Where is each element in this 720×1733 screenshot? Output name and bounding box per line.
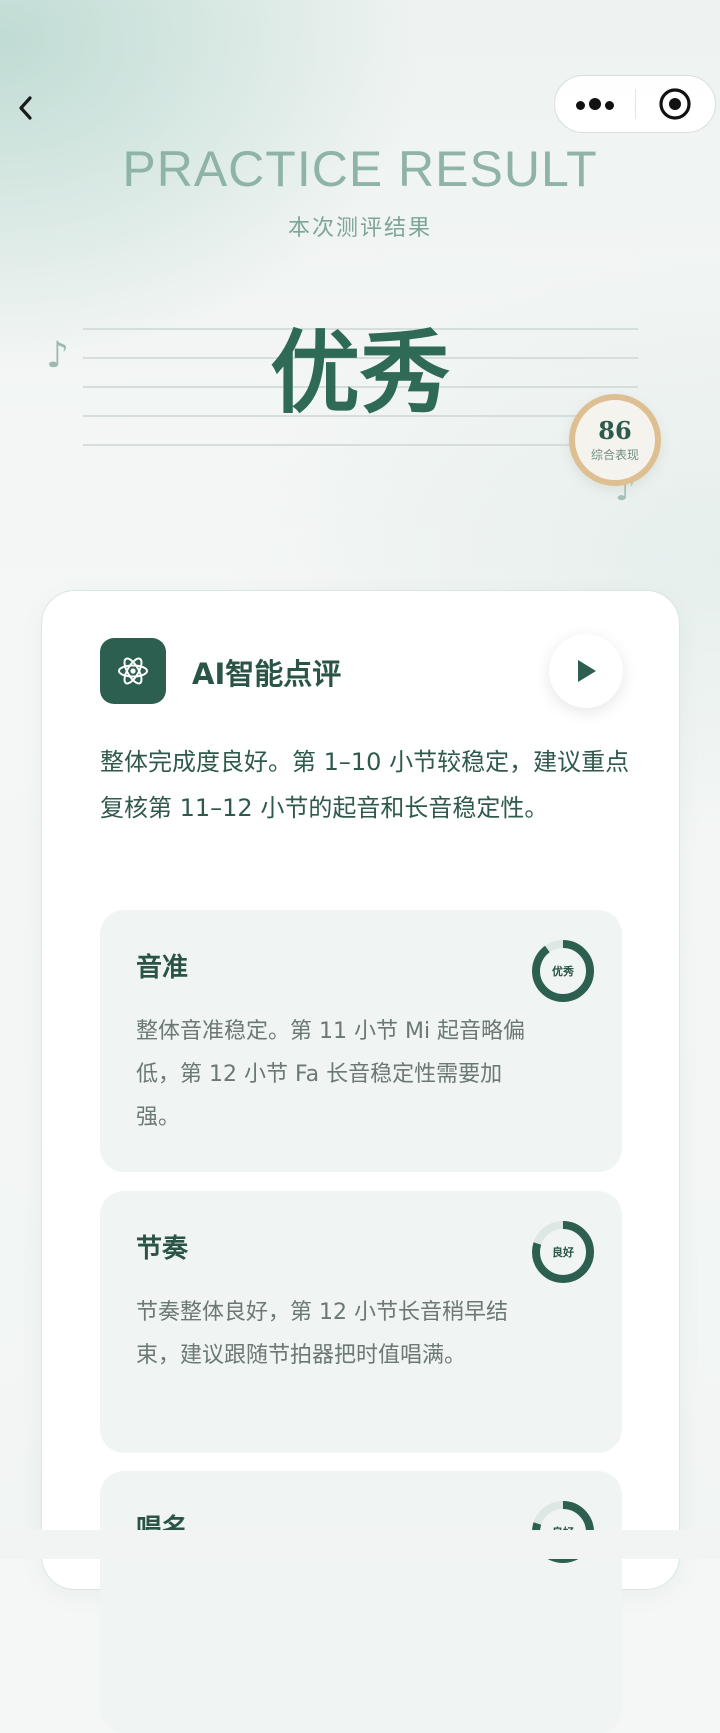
ai-review-title: AI智能点评: [192, 657, 342, 691]
chevron-left-icon: [19, 96, 32, 120]
page-title-cn: 本次测评结果: [287, 216, 432, 241]
target-close-icon: [659, 88, 691, 120]
review-item-pitch: 音准 整体音准稳定。第 11 小节 Mi 起音略偏低，第 12 小节 Fa 长音…: [100, 910, 622, 1172]
ai-review-summary: 整体完成度良好。第 1–10 小节较稳定，建议重点复核第 11–12 小节的起音…: [100, 748, 630, 822]
review-item-rhythm: 节奏 节奏整体良好，第 12 小节长音稍早结束，建议跟随节拍器把时值唱满。 良好: [100, 1191, 622, 1453]
ai-review-card: AI智能点评 整体完成度良好。第 1–10 小节较稳定，建议重点复核第 11–1…: [41, 590, 680, 1733]
play-icon: [578, 660, 596, 682]
more-dots-icon: [574, 95, 616, 114]
page-title-en: PRACTICE RESULT: [122, 141, 598, 197]
rating-badge: 优秀: [552, 965, 574, 978]
mini-program-capsule: [554, 75, 716, 133]
rating-badge: 良好: [552, 1246, 574, 1259]
score-badge: 86 综合表现: [569, 394, 661, 486]
play-button[interactable]: [549, 634, 623, 708]
rating-ring: 良好: [530, 1219, 596, 1285]
review-item-title: 节奏: [136, 1234, 189, 1264]
close-button[interactable]: [636, 76, 716, 132]
review-item-title: 音准: [136, 953, 189, 983]
ai-icon-tile: [100, 638, 166, 704]
bottom-safe-area: [0, 1530, 720, 1559]
score-value: 86: [598, 415, 632, 445]
rating-ring: 优秀: [530, 938, 596, 1004]
review-item-text: 整体音准稳定。第 11 小节 Mi 起音略偏低，第 12 小节 Fa 长音稳定性…: [136, 1019, 526, 1130]
atom-icon: [118, 657, 148, 685]
back-button[interactable]: [10, 88, 40, 128]
score-label: 综合表现: [590, 447, 639, 462]
review-item-solfege: 唱名 良好: [100, 1471, 622, 1733]
more-button[interactable]: [555, 76, 635, 132]
review-item-text: 节奏整体良好，第 12 小节长音稍早结束，建议跟随节拍器把时值唱满。: [136, 1300, 508, 1368]
